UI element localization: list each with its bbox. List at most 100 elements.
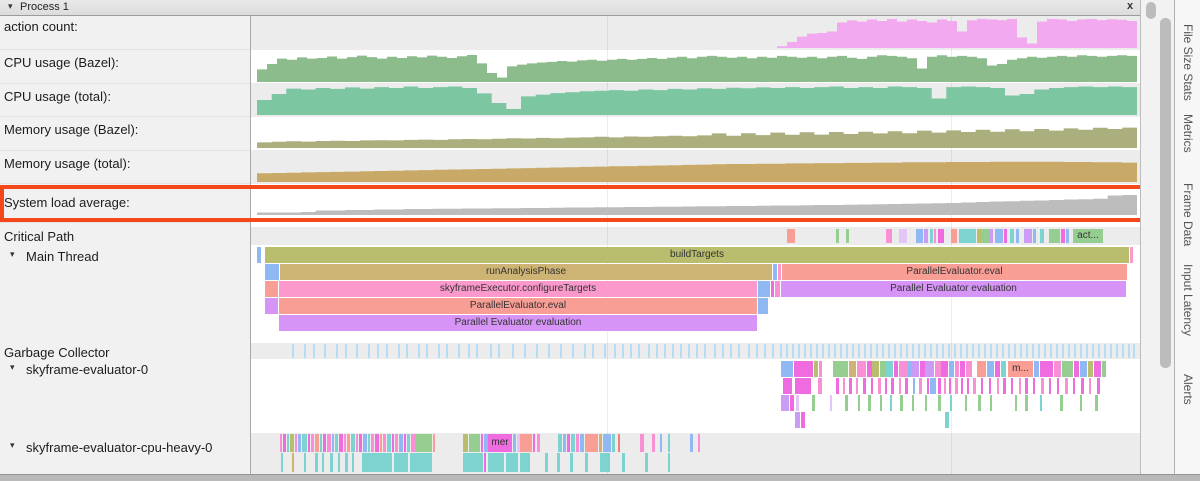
skyframe-evaluator-cpu-heavy-0-row-1-slice[interactable] xyxy=(338,453,340,472)
skyframe-evaluator-0-row-1-slice[interactable] xyxy=(795,378,811,394)
skyframe-evaluator-0-row-0-slice[interactable] xyxy=(1040,361,1053,377)
skyframe-evaluator-0-row-1-slice[interactable] xyxy=(927,378,929,394)
critical-path-slice[interactable] xyxy=(951,229,957,243)
gc-event-tick[interactable] xyxy=(858,344,860,358)
gc-event-tick[interactable] xyxy=(313,344,315,358)
skyframe-evaluator-0-row-2-slice[interactable] xyxy=(990,395,992,411)
gc-event-tick[interactable] xyxy=(704,344,706,358)
skyframe-evaluator-cpu-heavy-0-row-1-slice[interactable] xyxy=(330,453,333,472)
gc-event-tick[interactable] xyxy=(548,344,550,358)
skyframe-evaluator-cpu-heavy-0-row-0-slice[interactable] xyxy=(302,434,307,452)
skyframe-evaluator-cpu-heavy-0-row-0-slice[interactable] xyxy=(347,434,350,452)
skyframe-evaluator-0-row-0-slice[interactable] xyxy=(949,361,954,377)
skyframe-evaluator-0-row-2-slice[interactable] xyxy=(1025,395,1028,411)
critical-path-slice[interactable] xyxy=(1016,229,1019,243)
skyframe-evaluator-0-row-2-slice[interactable] xyxy=(912,395,914,411)
main-thread-row-2-slice[interactable]: skyframeExecutor.configureTargets xyxy=(279,281,757,297)
gc-event-tick[interactable] xyxy=(584,344,586,358)
critical-path-slice[interactable] xyxy=(1010,229,1014,243)
main-thread-row-0-slice[interactable] xyxy=(1130,247,1133,263)
side-tab-frame-data[interactable]: Frame Data xyxy=(1181,183,1195,246)
skyframe-evaluator-0-row-1-slice[interactable] xyxy=(961,378,963,394)
gc-event-tick[interactable] xyxy=(356,344,358,358)
skyframe-evaluator-0-row-0-slice[interactable] xyxy=(966,361,972,377)
skyframe-evaluator-cpu-heavy-0-row-0-slice[interactable] xyxy=(668,434,670,452)
critical-path-slice[interactable] xyxy=(938,229,944,243)
skyframe-evaluator-cpu-heavy-0-row-0-slice[interactable] xyxy=(558,434,562,452)
skyframe-evaluator-cpu-heavy-0-row-0-slice[interactable] xyxy=(380,434,382,452)
skyframe-evaluator-cpu-heavy-0-row-0-slice[interactable] xyxy=(375,434,379,452)
gc-event-tick[interactable] xyxy=(882,344,884,358)
gc-event-tick[interactable] xyxy=(638,344,640,358)
skyframe-evaluator-cpu-heavy-0-row-0-slice[interactable] xyxy=(339,434,343,452)
skyframe-evaluator-0-row-1-slice[interactable] xyxy=(1033,378,1035,394)
skyframe-evaluator-0-row-1-slice[interactable] xyxy=(1019,378,1021,394)
skyframe-evaluator-cpu-heavy-0-row-0-slice[interactable] xyxy=(690,434,693,452)
skyframe-evaluator-cpu-heavy-0-row-0-slice[interactable] xyxy=(344,434,346,452)
critical-path-slice[interactable] xyxy=(899,229,907,243)
expand-triangle-icon[interactable]: ▾ xyxy=(10,440,15,451)
skyframe-evaluator-cpu-heavy-0-row-0-slice[interactable]: mer xyxy=(488,434,512,452)
skyframe-evaluator-0-row-2-slice[interactable] xyxy=(1095,395,1098,411)
skyframe-evaluator-cpu-heavy-0-row-1-slice[interactable] xyxy=(488,453,504,472)
critical-path-slice[interactable] xyxy=(787,229,795,243)
skyframe-evaluator-cpu-heavy-0-row-0-slice[interactable] xyxy=(351,434,355,452)
skyframe-evaluator-cpu-heavy-0-row-1-slice[interactable] xyxy=(557,453,560,472)
gc-event-tick[interactable] xyxy=(1038,344,1040,358)
skyframe-evaluator-cpu-heavy-0-row-0-slice[interactable] xyxy=(287,434,289,452)
skyframe-evaluator-cpu-heavy-0-row-0-slice[interactable] xyxy=(335,434,338,452)
main-thread-row-2-slice[interactable] xyxy=(771,281,774,297)
main-thread-row-1-slice[interactable]: ParallelEvaluator.eval xyxy=(782,264,1127,280)
skyframe-evaluator-0-row-1-slice[interactable] xyxy=(818,378,822,394)
skyframe-evaluator-0-row-0-slice[interactable] xyxy=(1074,361,1079,377)
skyframe-evaluator-0-row-0-slice[interactable] xyxy=(872,361,879,377)
gc-event-tick[interactable] xyxy=(786,344,788,358)
skyframe-evaluator-cpu-heavy-0-row-1-slice[interactable] xyxy=(622,453,625,472)
skyframe-evaluator-cpu-heavy-0-row-1-slice[interactable] xyxy=(484,453,486,472)
gc-event-tick[interactable] xyxy=(476,344,478,358)
skyframe-evaluator-0-row-0-slice[interactable] xyxy=(912,361,919,377)
skyframe-evaluator-cpu-heavy-0-row-0-slice[interactable] xyxy=(298,434,301,452)
critical-path-slice[interactable] xyxy=(924,229,928,243)
counter-track-action-count[interactable] xyxy=(257,18,1137,48)
gc-event-tick[interactable] xyxy=(398,344,400,358)
skyframe-evaluator-cpu-heavy-0-row-0-slice[interactable] xyxy=(395,434,398,452)
skyframe-evaluator-0-row-1-slice[interactable] xyxy=(1049,378,1051,394)
skyframe-evaluator-0-row-2-slice[interactable] xyxy=(900,395,903,411)
main-thread-row-3-slice[interactable] xyxy=(758,298,768,314)
main-thread-row-2-slice[interactable] xyxy=(775,281,780,297)
skyframe-evaluator-cpu-heavy-0-row-1-slice[interactable] xyxy=(463,453,483,472)
gc-event-tick[interactable] xyxy=(834,344,836,358)
gc-event-tick[interactable] xyxy=(1056,344,1058,358)
main-thread-row-4-slice[interactable]: Parallel Evaluator evaluation xyxy=(279,315,757,331)
panel-divider[interactable] xyxy=(250,15,251,474)
skyframe-evaluator-0-row-1-slice[interactable] xyxy=(783,378,792,394)
skyframe-evaluator-cpu-heavy-0-row-1-slice[interactable] xyxy=(506,453,518,472)
skyframe-evaluator-0-row-3-slice[interactable] xyxy=(945,412,949,428)
critical-path-slice[interactable] xyxy=(1049,229,1060,243)
gc-event-tick[interactable] xyxy=(446,344,448,358)
gc-event-tick[interactable] xyxy=(900,344,902,358)
skyframe-evaluator-0-row-0-slice[interactable] xyxy=(794,361,813,377)
skyframe-evaluator-cpu-heavy-0-row-0-slice[interactable] xyxy=(618,434,620,452)
gc-event-tick[interactable] xyxy=(1050,344,1052,358)
gc-event-tick[interactable] xyxy=(918,344,920,358)
gc-event-tick[interactable] xyxy=(524,344,526,358)
skyframe-evaluator-cpu-heavy-0-row-0-slice[interactable] xyxy=(533,434,535,452)
critical-path-slice[interactable] xyxy=(886,229,892,243)
skyframe-evaluator-0-row-1-slice[interactable] xyxy=(913,378,915,394)
skyframe-evaluator-cpu-heavy-0-row-0-slice[interactable] xyxy=(415,434,432,452)
critical-path-slice[interactable] xyxy=(916,229,923,243)
skyframe-evaluator-0-row-1-slice[interactable] xyxy=(1065,378,1068,394)
skyframe-evaluator-cpu-heavy-0-row-0-slice[interactable] xyxy=(481,434,483,452)
skyframe-evaluator-0-row-1-slice[interactable] xyxy=(997,378,999,394)
gc-event-tick[interactable] xyxy=(592,344,594,358)
skyframe-evaluator-cpu-heavy-0-row-0-slice[interactable] xyxy=(563,434,566,452)
gc-event-tick[interactable] xyxy=(1032,344,1034,358)
gc-event-tick[interactable] xyxy=(888,344,890,358)
skyframe-evaluator-0-row-1-slice[interactable] xyxy=(843,378,845,394)
skyframe-evaluator-0-row-1-slice[interactable] xyxy=(949,378,951,394)
gc-event-tick[interactable] xyxy=(804,344,806,358)
skyframe-evaluator-0-row-0-slice[interactable] xyxy=(941,361,948,377)
main-thread-row-1-slice[interactable]: runAnalysisPhase xyxy=(280,264,772,280)
